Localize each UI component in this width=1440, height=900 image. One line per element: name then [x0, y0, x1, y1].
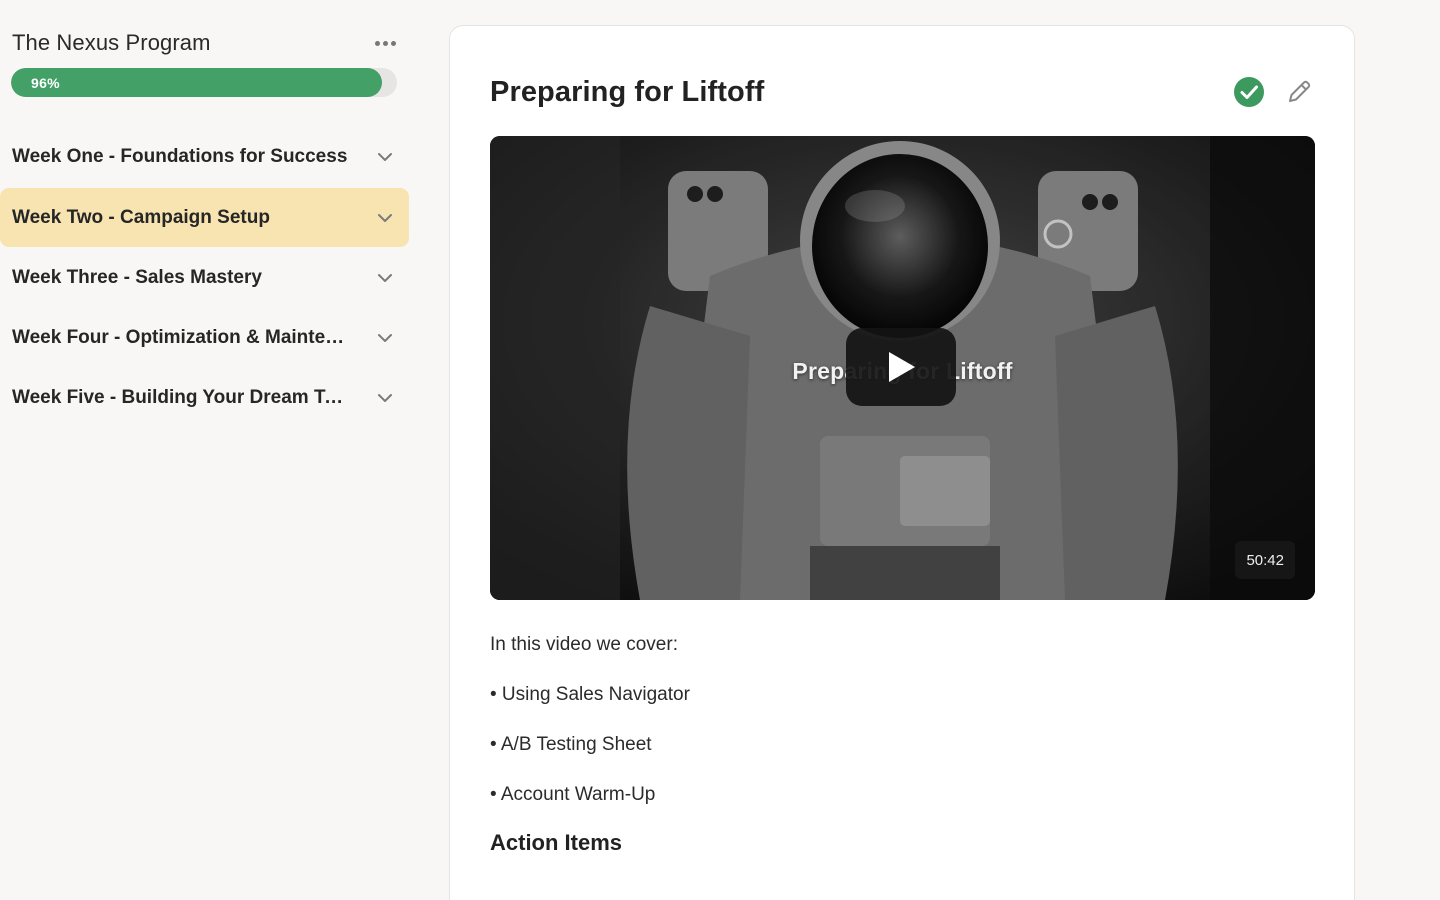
progress-fill: 96% — [11, 68, 382, 97]
week-label: Week One - Foundations for Success — [12, 145, 348, 167]
chevron-down-icon — [378, 213, 392, 222]
video-duration: 50:42 — [1235, 541, 1295, 579]
lesson-intro: In this video we cover: — [490, 634, 678, 655]
week-item-five[interactable]: Week Five - Building Your Dream Team — [0, 368, 409, 427]
topic-list: • Using Sales Navigator • A/B Testing Sh… — [490, 680, 1315, 810]
play-icon — [889, 352, 915, 382]
chevron-down-icon — [378, 393, 392, 402]
progress-label: 96% — [31, 74, 60, 91]
pencil-icon[interactable] — [1283, 76, 1315, 108]
chevron-down-icon — [378, 273, 392, 282]
action-items-heading: Action Items — [490, 830, 623, 855]
week-item-one[interactable]: Week One - Foundations for Success — [0, 127, 409, 186]
week-item-four[interactable]: Week Four - Optimization & Maintenance — [0, 308, 409, 367]
chevron-down-icon — [378, 152, 392, 161]
course-sidebar: The Nexus Program 96% Week One - Foundat… — [0, 0, 410, 900]
program-title: The Nexus Program — [12, 30, 211, 55]
week-list: Week One - Foundations for Success Week … — [0, 146, 409, 428]
course-app: The Nexus Program 96% Week One - Foundat… — [0, 0, 1440, 900]
week-label: Week Four - Optimization & Maintenance — [12, 326, 352, 348]
week-item-two[interactable]: Week Two - Campaign Setup — [0, 188, 409, 247]
more-horizontal-icon[interactable] — [372, 33, 398, 53]
course-progress-bar: 96% — [11, 68, 397, 97]
lesson-header: Preparing for Liftoff — [490, 74, 1315, 110]
program-header: The Nexus Program — [12, 28, 398, 58]
check-circle-icon[interactable] — [1233, 76, 1265, 108]
lesson-title: Preparing for Liftoff — [490, 75, 765, 108]
list-item: • Using Sales Navigator — [490, 684, 690, 705]
lesson-actions — [1233, 76, 1315, 108]
list-item: • Account Warm-Up — [490, 784, 656, 805]
lesson-card: Preparing for Liftoff Liftoff 50:42 In t… — [449, 25, 1355, 900]
play-button[interactable] — [846, 328, 956, 406]
week-label: Week Two - Campaign Setup — [12, 206, 270, 228]
list-item: • A/B Testing Sheet — [490, 734, 652, 755]
chevron-down-icon — [378, 333, 392, 342]
video-player[interactable]: Preparing for Liftoff 50:42 — [490, 136, 1315, 600]
week-label: Week Five - Building Your Dream Team — [12, 386, 352, 408]
week-label: Week Three - Sales Mastery — [12, 266, 262, 288]
lesson-description: In this video we cover: • Using Sales Na… — [490, 630, 1315, 856]
week-item-three[interactable]: Week Three - Sales Mastery — [0, 248, 409, 307]
